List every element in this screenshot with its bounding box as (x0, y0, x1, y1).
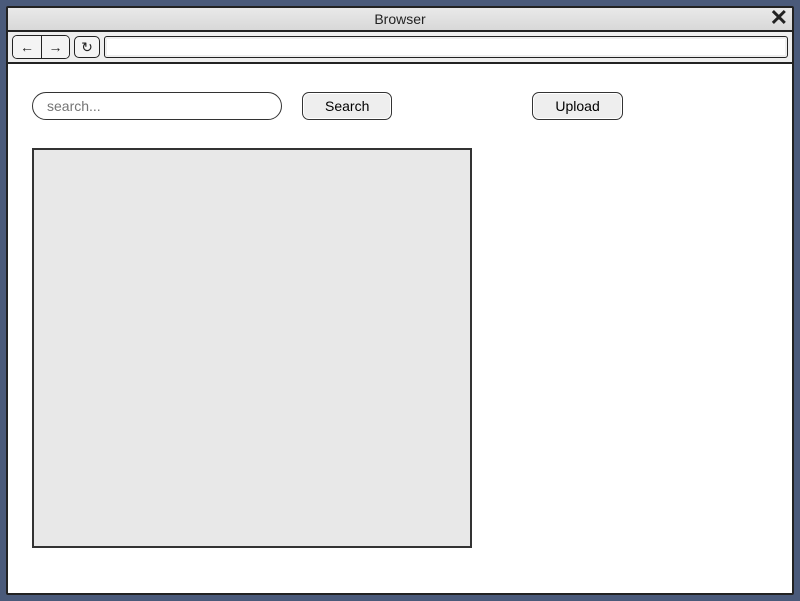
browser-window: Browser ✕ ← → ↻ Search Upload (6, 6, 794, 595)
action-row: Search Upload (32, 92, 768, 120)
back-button[interactable]: ← (13, 36, 41, 58)
forward-button[interactable]: → (41, 36, 69, 58)
upload-button[interactable]: Upload (532, 92, 622, 120)
arrow-left-icon: ← (20, 39, 34, 55)
url-input[interactable] (104, 36, 788, 58)
titlebar: Browser ✕ (8, 8, 792, 32)
close-icon[interactable]: ✕ (770, 6, 788, 30)
window-title: Browser (374, 11, 425, 27)
nav-toolbar: ← → ↻ (8, 32, 792, 64)
content-placeholder (32, 148, 472, 548)
nav-button-group: ← → (12, 35, 70, 59)
reload-button[interactable]: ↻ (74, 36, 100, 58)
page-content: Search Upload (8, 64, 792, 572)
search-button[interactable]: Search (302, 92, 392, 120)
arrow-right-icon: → (49, 39, 63, 55)
search-input[interactable] (32, 92, 282, 120)
reload-icon: ↻ (81, 39, 93, 56)
